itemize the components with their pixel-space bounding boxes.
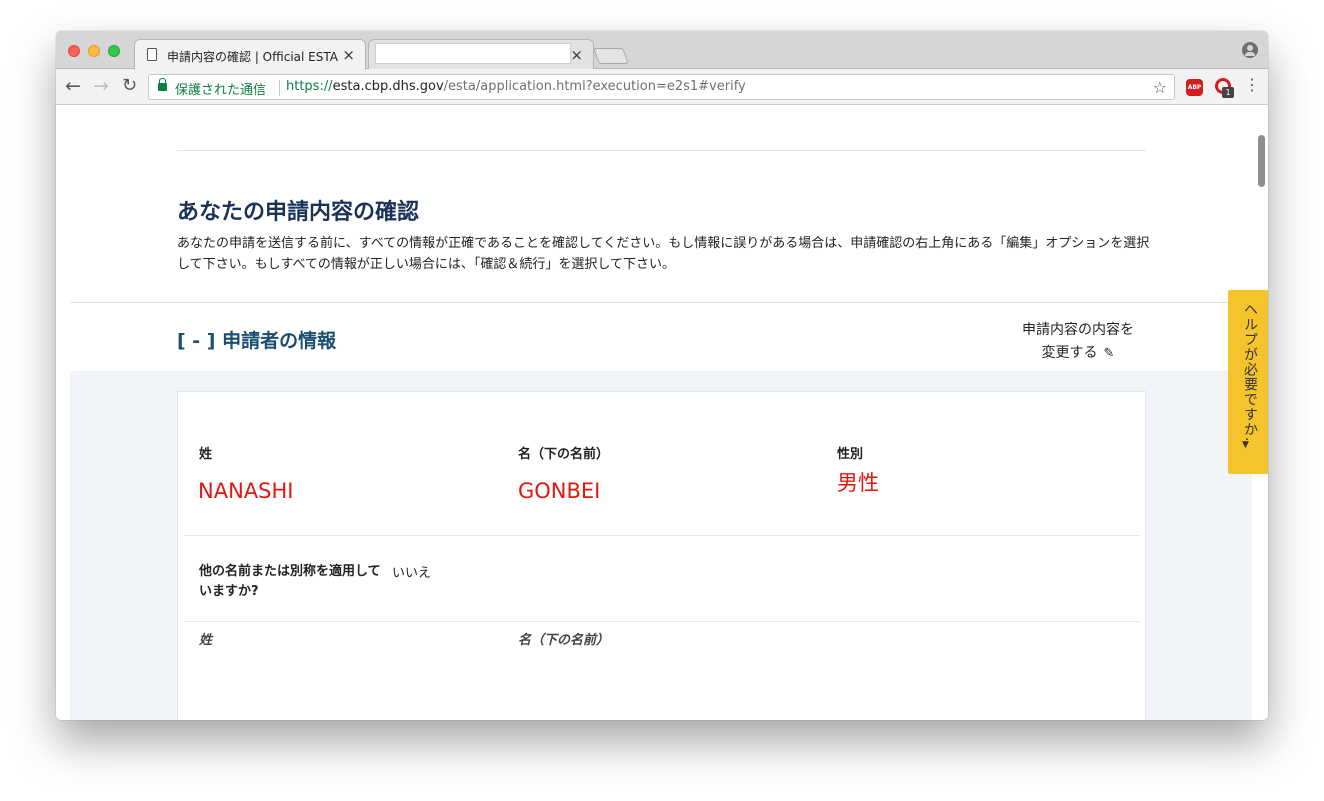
divider [177, 150, 1146, 151]
page-title: あなたの申請内容の確認 [177, 200, 420, 225]
close-window-button[interactable] [68, 45, 80, 57]
forward-arrow-icon[interactable]: → [93, 75, 109, 97]
url-divider [279, 80, 280, 96]
alias-given-name-label: 名（下の名前） [518, 633, 610, 648]
page-description: あなたの申請を送信する前に、すべての情報が正確であることを確認してください。もし… [177, 236, 1150, 272]
gender-value: 男性 [837, 471, 879, 495]
tab-esta[interactable]: 申請内容の確認 | Official ESTA × [134, 39, 366, 70]
alias-answer: いいえ [392, 566, 432, 581]
minimize-window-button[interactable] [88, 45, 100, 57]
given-name-value: GONBEI [518, 479, 601, 503]
pencil-icon: ✎ [1103, 346, 1115, 361]
help-tab[interactable]: ヘルプが必要ですか. ▼ [1228, 290, 1268, 474]
applicant-info-card: 姓 NANASHI 名（下の名前） GONBEI 性別 男性 他の名前または別称… [177, 391, 1146, 720]
tab-blank[interactable]: × [368, 39, 594, 70]
surname-value: NANASHI [198, 479, 294, 503]
document-icon [147, 48, 157, 61]
edit-application-button[interactable]: 申請内容の内容を 変更する ✎ [1010, 319, 1146, 371]
page-content: あなたの申請内容の確認 あなたの申請を送信する前に、すべての情報が正確であること… [56, 106, 1268, 720]
edit-label-text: 変更する [1041, 345, 1098, 361]
browser-window: 申請内容の確認 | Official ESTA × × ← → ↻ 保護された通… [56, 31, 1268, 720]
surname-label: 姓 [199, 447, 213, 462]
url-host: esta.cbp.dhs.gov [332, 79, 444, 94]
scrollbar-thumb[interactable] [1258, 135, 1265, 187]
browser-menu-icon[interactable]: ⋮ [1244, 75, 1260, 94]
tab-title: 申請内容の確認 | Official ESTA [167, 50, 338, 64]
address-bar[interactable]: 保護された通信 https://esta.cbp.dhs.gov/esta/ap… [148, 74, 1175, 100]
adblock-plus-icon[interactable]: ABP [1186, 79, 1203, 96]
back-arrow-icon[interactable]: ← [65, 75, 81, 97]
zoom-window-button[interactable] [108, 45, 120, 57]
edit-label-line2: 変更する ✎ [1010, 342, 1146, 365]
secure-connection-label: 保護された通信 [175, 83, 267, 98]
browser-toolbar: ← → ↻ 保護された通信 https://esta.cbp.dhs.gov/e… [56, 69, 1268, 105]
tab-title [375, 43, 571, 64]
alias-question: 他の名前または別称を適用していますか? [199, 564, 381, 599]
reload-icon[interactable]: ↻ [122, 75, 137, 97]
caret-down-icon: ▼ [1242, 440, 1249, 450]
row-divider [184, 621, 1140, 622]
section-divider [70, 302, 1268, 303]
edit-label-line1: 申請内容の内容を [1022, 322, 1134, 338]
gender-label: 性別 [837, 447, 864, 462]
given-name-label: 名（下の名前） [518, 447, 610, 462]
applicant-info-toggle[interactable]: [ - ] 申請者の情報 [177, 326, 336, 353]
url-path: /esta/application.html?execution=e2s1#ve… [443, 79, 746, 94]
extension-badge: 1 [1222, 87, 1234, 98]
row-divider [184, 535, 1140, 536]
new-tab-button[interactable] [593, 48, 629, 64]
lock-icon [158, 78, 167, 91]
bookmark-star-icon[interactable]: ☆ [1153, 78, 1167, 97]
profile-icon[interactable] [1242, 42, 1258, 58]
tab-strip: 申請内容の確認 | Official ESTA × × [56, 31, 1268, 70]
url-scheme: https:// [286, 79, 333, 94]
tab-close-icon[interactable]: × [342, 46, 355, 64]
tab-close-icon[interactable]: × [570, 46, 583, 64]
help-label: ヘルプが必要ですか. [1242, 302, 1258, 443]
url-text[interactable]: https://esta.cbp.dhs.gov/esta/applicatio… [286, 79, 746, 94]
alias-surname-label: 姓 [199, 633, 213, 648]
